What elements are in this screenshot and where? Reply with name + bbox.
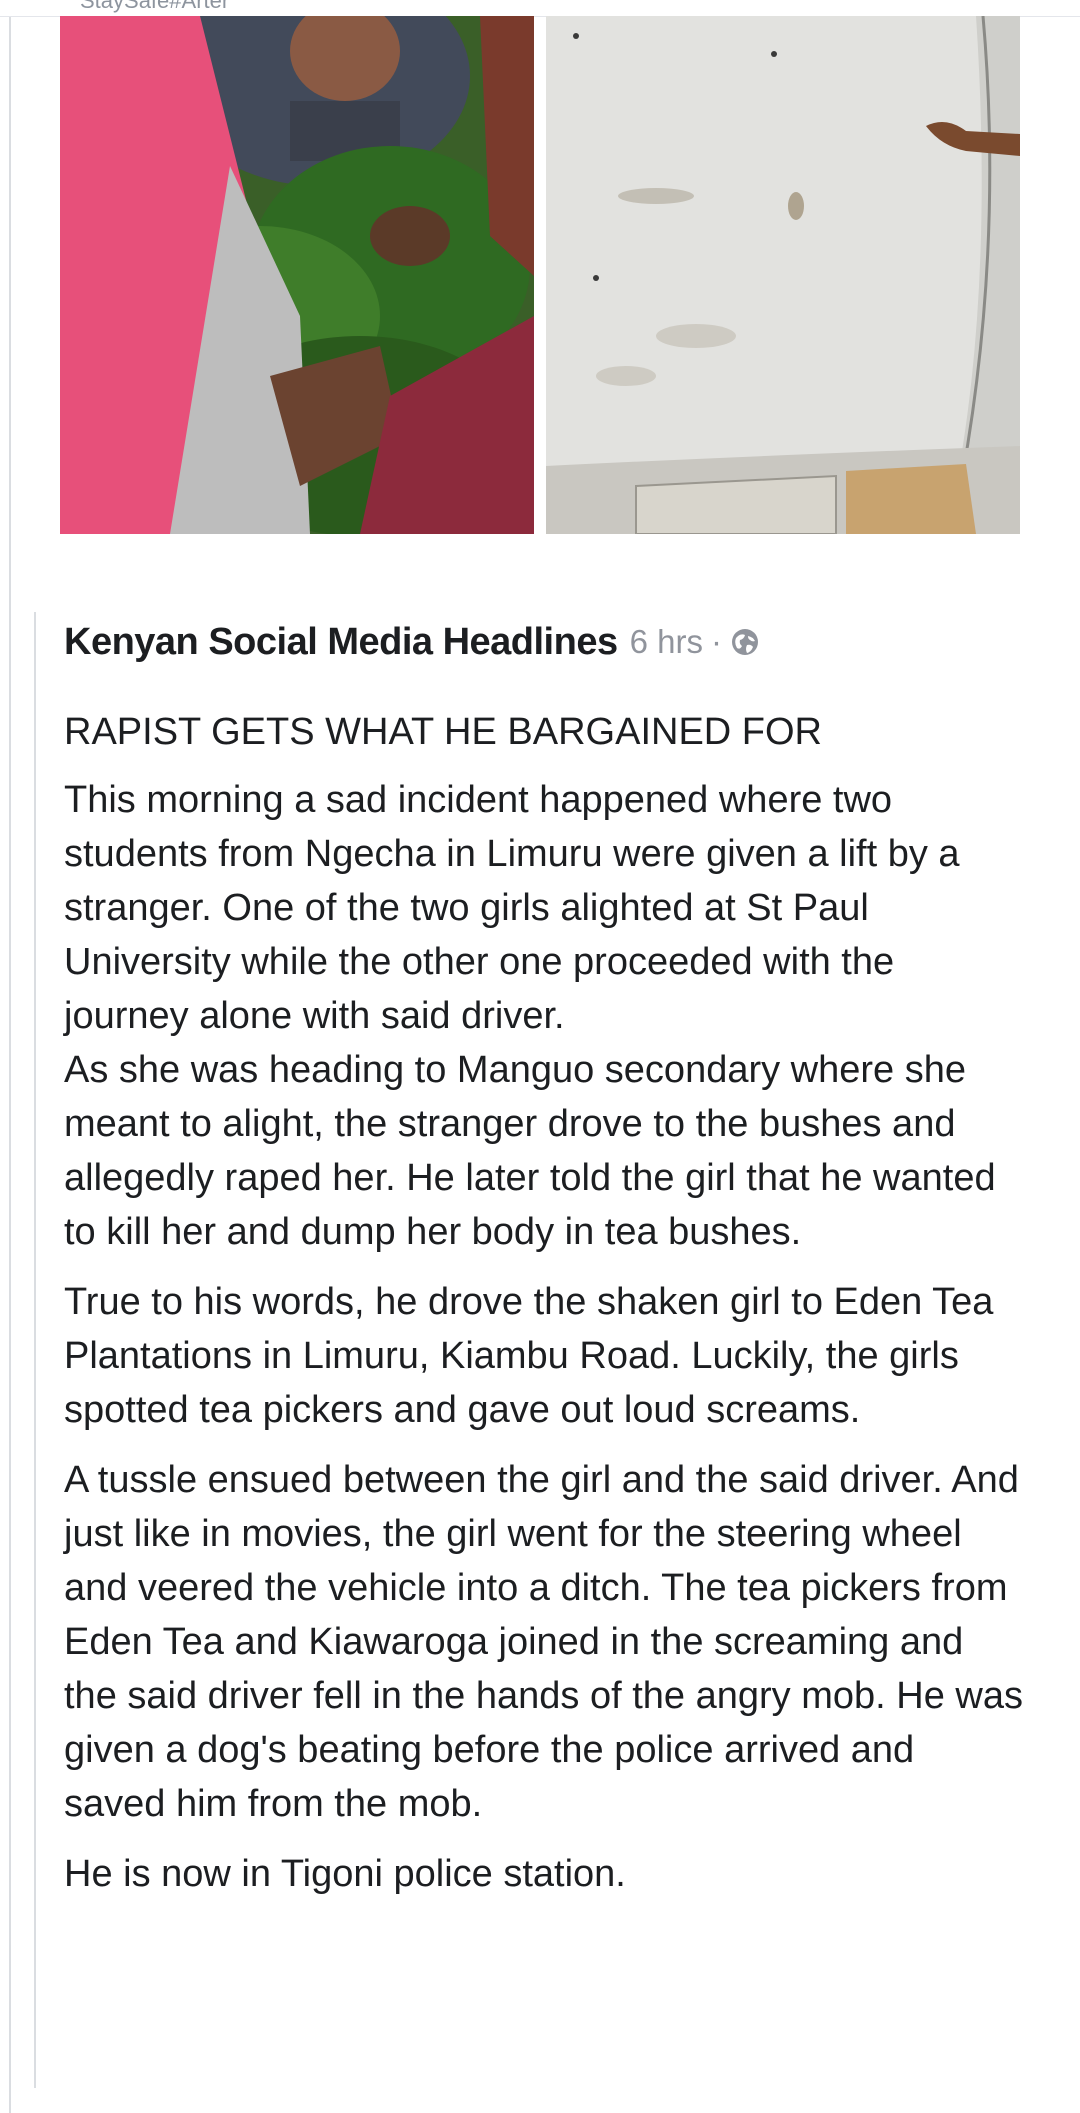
post-photo-car-bonnet[interactable] [546,16,1020,534]
post-paragraph-3: A tussle ensued between the girl and the… [64,1459,1023,1825]
car-bonnet-photo-graphic [546,16,1020,534]
post-header: Kenyan Social Media Headlines 6 hrs · [64,617,1044,667]
meta-separator: · [710,623,722,660]
thread-rule [9,0,11,2113]
post-thread-rule [34,612,36,2088]
post-paragraph-1: This morning a sad incident happened whe… [64,779,996,1253]
post-headline: RAPIST GETS WHAT HE BARGAINED FOR [64,711,822,753]
post-body: RAPIST GETS WHAT HE BARGAINED FOR This m… [64,705,1024,1917]
post-timestamp[interactable]: 6 hrs [630,623,703,661]
post-paragraph-4: He is now in Tigoni police station. [64,1853,626,1895]
post-photo-tea-field[interactable] [60,16,534,534]
caption-text: StaySafe#Arter [80,0,230,13]
tea-field-photo-graphic [60,16,534,534]
post-author-name[interactable]: Kenyan Social Media Headlines [64,621,618,664]
post-paragraph-2: True to his words, he drove the shaken g… [64,1281,994,1431]
globe-icon[interactable] [730,627,760,657]
previous-post-caption: StaySafe#Arter [0,0,1080,17]
